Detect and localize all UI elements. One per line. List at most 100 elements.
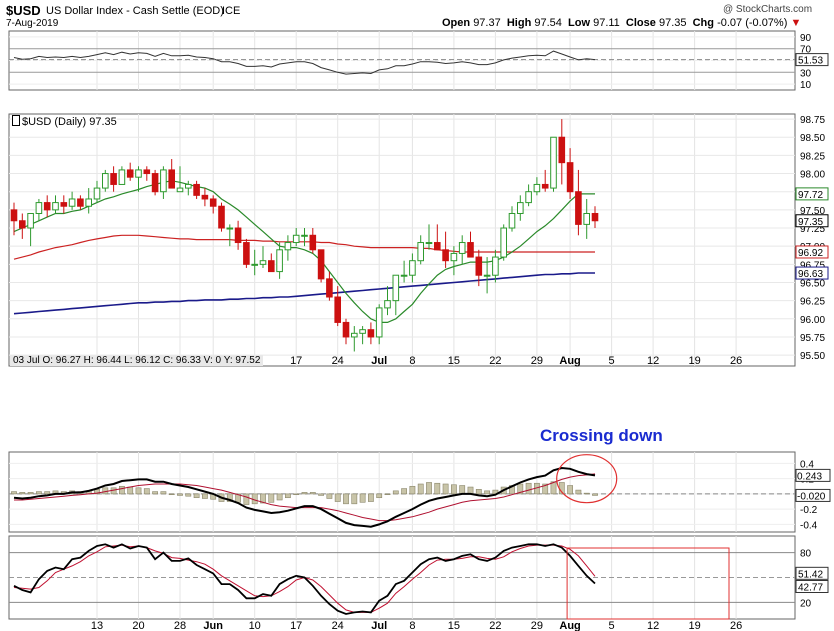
price-panel-frame (8, 113, 796, 367)
candle-body (218, 205, 225, 229)
x-tick-label: 22 (489, 620, 501, 631)
price-tick-label: 98.75 (800, 115, 825, 126)
legend-candle-icon (12, 115, 20, 126)
candle-body (292, 234, 300, 244)
macd-histogram-bar (359, 493, 366, 503)
macd-histogram-bar (459, 485, 466, 495)
macd-badge-text: -0.020 (797, 491, 826, 502)
hover-info-bar: 03 Jul O: 96.27 H: 96.44 L: 96.12 C: 96.… (10, 355, 264, 366)
candle-body (583, 212, 591, 225)
x-tick-label: 24 (332, 620, 344, 631)
macd-tick-label: -0.2 (800, 505, 818, 516)
price-badge-text: 96.92 (798, 248, 823, 259)
macd-histogram-bar (309, 492, 316, 495)
x-tick-label: 8 (409, 620, 415, 631)
price-tick-label: 95.50 (800, 351, 825, 362)
macd-tick-label: 0.4 (800, 459, 814, 470)
candle-body (151, 173, 159, 193)
macd-histogram-bar (284, 493, 291, 499)
candle-body (135, 169, 142, 178)
macd-histogram-bar (202, 493, 208, 499)
candle-body (450, 252, 458, 262)
candle-body (309, 234, 317, 251)
candle-body (110, 173, 117, 185)
price-tick-label: 95.75 (800, 333, 825, 344)
macd-histogram-bar (351, 493, 358, 505)
macd-histogram-bar (160, 491, 167, 495)
candle-body (85, 198, 93, 207)
x-tick-label: 19 (688, 620, 700, 631)
candle-body (68, 198, 76, 207)
price-tick-label: 98.25 (800, 151, 825, 162)
x-tick-label: Aug (559, 620, 580, 631)
x-tick-label: 15 (448, 355, 460, 367)
macd-histogram-bar (152, 491, 158, 495)
price-legend-text: $USD (Daily) 97.35 (22, 116, 117, 128)
x-tick-label: 19 (688, 355, 700, 367)
macd-histogram-bar (484, 490, 490, 495)
x-tick-label: Jul (371, 355, 387, 367)
candle-body (93, 187, 101, 200)
candle-body (27, 212, 34, 229)
macd-histogram-bar (168, 493, 175, 496)
macd-histogram-bar (343, 493, 349, 505)
x-tick-label: 5 (609, 620, 615, 631)
candle-body (359, 329, 366, 334)
candle-body (276, 249, 283, 273)
x-tick-label: 15 (448, 620, 460, 631)
candle-body (541, 183, 549, 189)
candle-body (19, 220, 26, 229)
candle-body (417, 242, 424, 262)
candle-body (342, 321, 350, 338)
candle-body (317, 249, 325, 280)
candle-body (301, 234, 308, 237)
macd-histogram-bar (401, 488, 407, 495)
candle-body (517, 202, 524, 214)
macd-histogram-bar (185, 493, 192, 497)
macd-histogram-bar (525, 482, 532, 495)
x-tick-label: 13 (91, 620, 103, 631)
x-tick-label: 17 (290, 620, 302, 631)
candle-body (234, 227, 242, 244)
macd-histogram-bar (243, 493, 250, 505)
macd-histogram-bar (434, 482, 441, 495)
macd-histogram-bar (326, 493, 333, 499)
macd-histogram-bar (392, 490, 399, 495)
macd-histogram-bar (575, 489, 582, 495)
macd-histogram-bar (27, 492, 34, 495)
candle-body (259, 260, 267, 265)
price-badge-text: 97.35 (798, 217, 823, 228)
candle-body (209, 198, 217, 207)
macd-histogram-bar (276, 493, 283, 501)
macd-histogram-bar (426, 482, 432, 495)
crossing-down-annotation: Crossing down (540, 426, 663, 445)
x-tick-label: 29 (531, 355, 543, 367)
candle-body (550, 136, 557, 189)
candle-body (193, 183, 200, 196)
macd-histogram-bar (318, 493, 324, 496)
candle-body (176, 187, 184, 193)
x-tick-label: 20 (132, 620, 144, 631)
stoch-badge-text: 51.42 (798, 569, 823, 580)
candle-body (525, 191, 532, 204)
candle-body (558, 136, 566, 164)
x-tick-label: Jun (203, 620, 223, 631)
macd-histogram-bar (467, 486, 474, 495)
price-tick-label: 98.50 (800, 133, 825, 144)
candle-body (492, 256, 499, 276)
macd-histogram-bar (44, 491, 51, 495)
candle-body (425, 242, 433, 245)
candle-body (400, 274, 408, 277)
macd-histogram-bar (19, 492, 26, 495)
candle-body (102, 173, 109, 189)
x-tick-label: 12 (647, 620, 659, 631)
macd-histogram-bar (143, 488, 150, 495)
macd-histogram-bar (367, 493, 374, 502)
macd-histogram-bar (409, 485, 416, 495)
candle-body (475, 256, 483, 276)
candle-body (458, 242, 466, 254)
candle-body (326, 278, 333, 298)
candle-body (43, 202, 51, 211)
candle-body (575, 191, 582, 225)
stoch-tick-label: 20 (800, 598, 812, 609)
